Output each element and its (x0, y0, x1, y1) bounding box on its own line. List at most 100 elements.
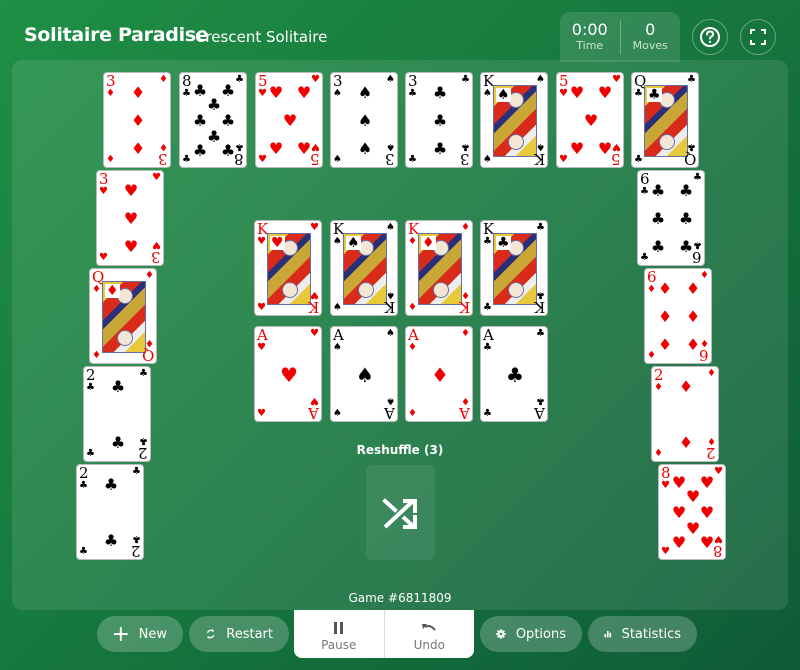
options-label: Options (515, 626, 566, 642)
card-pip-icon: ♠ (357, 111, 373, 130)
fullscreen-button[interactable] (740, 19, 776, 55)
brand-title: Solitaire Paradise (24, 24, 209, 46)
card-rank: 3 (106, 72, 116, 90)
card-pip-icon: ♦ (678, 377, 694, 396)
card-pip-icon: ♦ (657, 335, 673, 354)
card-suit-icon: ♠ (386, 328, 395, 339)
card-rank: 3 (385, 150, 395, 168)
card-suit-icon: ♣ (86, 382, 95, 393)
card-rank: 2 (706, 444, 716, 462)
card-rank: 3 (408, 72, 418, 90)
pause-button[interactable]: Pause (294, 610, 384, 658)
card-right-column[interactable]: 2 ♦ ♦ ♦ ♦ ♦ ♦ 2 (651, 366, 719, 462)
card-top-row[interactable]: Q ♣ ♣ ♣ ♣ ♣ Q (631, 72, 699, 168)
card-rank: K (383, 298, 395, 316)
card-suit-icon: ♣ (408, 88, 417, 99)
plus-icon (113, 627, 128, 641)
card-suit-icon: ♥ (612, 74, 621, 85)
card-suit-icon: ♦ (421, 235, 436, 251)
face-card-art: ♥ (267, 233, 311, 305)
card-left-column[interactable]: 2 ♣ ♣ ♣ ♣ ♣ ♣ 2 (76, 464, 144, 560)
card-pip-icon: ♥ (282, 111, 298, 130)
fullscreen-icon (750, 29, 766, 45)
card-top-row[interactable]: K ♠ ♠ ♠ ♠ ♠ K (480, 72, 548, 168)
card-top-row[interactable]: 3 ♦ ♦ ♦ ♦ ♦ ♦ ♦ 3 (103, 72, 171, 168)
card-pip-icon: ♠ (357, 83, 373, 102)
card-pip-icon: ♣ (110, 433, 126, 452)
card-pip-icon: ♥ (569, 83, 585, 102)
card-foundation-kings[interactable]: K ♦ ♦ ♦ ♦ ♦ K (405, 220, 473, 316)
card-suit-icon: ♥ (152, 172, 161, 183)
help-button[interactable] (692, 19, 728, 55)
new-game-button[interactable]: New (97, 616, 183, 652)
card-suit-icon: ♦ (647, 284, 656, 295)
card-right-column[interactable]: 6 ♣ ♣ ♣ ♣ ♣ ♣ ♣ ♣ ♣ ♣ 6 (637, 170, 705, 266)
game-number: Game #6811809 (348, 591, 452, 605)
undo-button[interactable]: Undo (385, 610, 475, 658)
card-top-row[interactable]: 3 ♠ ♠ ♠ ♠ ♠ ♠ ♠ 3 (330, 72, 398, 168)
card-suit-icon: ♣ (483, 302, 492, 313)
card-foundation-kings[interactable]: K ♠ ♠ ♠ ♠ ♠ K (330, 220, 398, 316)
card-rank: 5 (258, 72, 268, 90)
statistics-button[interactable]: Statistics (588, 616, 697, 652)
reshuffle-button[interactable] (366, 465, 435, 560)
card-foundation-kings[interactable]: K ♥ ♥ ♥ ♥ ♥ K (254, 220, 322, 316)
card-pip-icon: ♠ (357, 139, 373, 158)
face-card-art: ♠ (493, 85, 537, 157)
card-top-row[interactable]: 3 ♣ ♣ ♣ ♣ ♣ ♣ ♣ 3 (405, 72, 473, 168)
card-suit-icon: ♦ (92, 284, 101, 295)
card-suit-icon: ♠ (536, 74, 545, 85)
card-suit-icon: ♥ (270, 235, 285, 251)
card-top-row[interactable]: 8 ♣ ♣ ♣ ♣ ♣ ♣ ♣ ♣ ♣ ♣ ♣ ♣ 8 (179, 72, 247, 168)
card-pip-icon: ♣ (220, 81, 236, 100)
card-foundation-aces[interactable]: A ♥ ♥ ♥ ♥ ♥ A (254, 326, 322, 422)
card-top-row[interactable]: 5 ♥ ♥ ♥ ♥ ♥ ♥ ♥ ♥ ♥ 5 (255, 72, 323, 168)
card-suit-icon: ♦ (461, 222, 470, 233)
moves-stat: 0 Moves (620, 21, 680, 53)
bar-chart-icon (604, 631, 612, 638)
card-pip-icon: ♥ (671, 503, 687, 522)
card-foundation-aces[interactable]: A ♣ ♣ ♣ ♣ ♣ A (480, 326, 548, 422)
card-rank: 8 (182, 72, 192, 90)
card-top-row[interactable]: 5 ♥ ♥ ♥ ♥ ♥ ♥ ♥ ♥ ♥ 5 (556, 72, 624, 168)
card-suit-icon: ♠ (483, 154, 492, 165)
card-foundation-aces[interactable]: A ♦ ♦ ♦ ♦ ♦ A (405, 326, 473, 422)
card-right-column[interactable]: 6 ♦ ♦ ♦ ♦ ♦ ♦ ♦ ♦ ♦ ♦ 6 (644, 268, 712, 364)
card-left-column[interactable]: 3 ♥ ♥ ♥ ♥ ♥ ♥ ♥ 3 (96, 170, 164, 266)
gear-icon (496, 629, 506, 639)
card-rank: Q (683, 150, 696, 168)
card-pip-icon: ♦ (685, 307, 701, 326)
card-suit-icon: ♥ (310, 222, 319, 233)
card-pip-icon: ♥ (268, 83, 284, 102)
statistics-label: Statistics (621, 626, 681, 642)
card-left-column[interactable]: 2 ♣ ♣ ♣ ♣ ♣ ♣ 2 (83, 366, 151, 462)
options-button[interactable]: Options (480, 616, 582, 652)
card-pip-icon: ♣ (192, 141, 208, 160)
card-suit-icon: ♠ (333, 408, 342, 419)
card-suit-icon: ♣ (132, 466, 141, 477)
card-rank: 3 (333, 72, 343, 90)
card-suit-icon: ♣ (86, 448, 95, 459)
card-foundation-kings[interactable]: K ♣ ♣ ♣ ♣ ♣ K (480, 220, 548, 316)
card-suit-icon: ♣ (536, 328, 545, 339)
card-pip-icon: ♥ (597, 83, 613, 102)
card-suit-icon: ♠ (333, 302, 342, 313)
card-right-column[interactable]: 8 ♥ ♥ ♥ ♥ ♥ ♥ ♥ ♥ ♥ ♥ ♥ ♥ 8 (658, 464, 726, 560)
face-head (659, 134, 675, 150)
moves-label: Moves (632, 39, 668, 52)
face-card-art: ♣ (493, 233, 537, 305)
undo-icon (422, 624, 437, 631)
card-pip-icon: ♥ (685, 487, 701, 506)
card-rank: K (307, 298, 319, 316)
card-suit-icon: ♦ (707, 368, 716, 379)
card-suit-icon: ♣ (634, 88, 643, 99)
restart-button[interactable]: Restart (189, 616, 289, 652)
card-suit-icon: ♠ (333, 88, 342, 99)
card-pip-icon: ♥ (123, 237, 139, 256)
card-rank: 2 (86, 366, 96, 384)
card-pip-icon: ♣ (110, 377, 126, 396)
card-rank: 6 (692, 248, 702, 266)
card-foundation-aces[interactable]: A ♠ ♠ ♠ ♠ ♠ A (330, 326, 398, 422)
card-suit-icon: ♥ (258, 88, 267, 99)
card-left-column[interactable]: Q ♦ ♦ ♦ ♦ ♦ Q (89, 268, 157, 364)
